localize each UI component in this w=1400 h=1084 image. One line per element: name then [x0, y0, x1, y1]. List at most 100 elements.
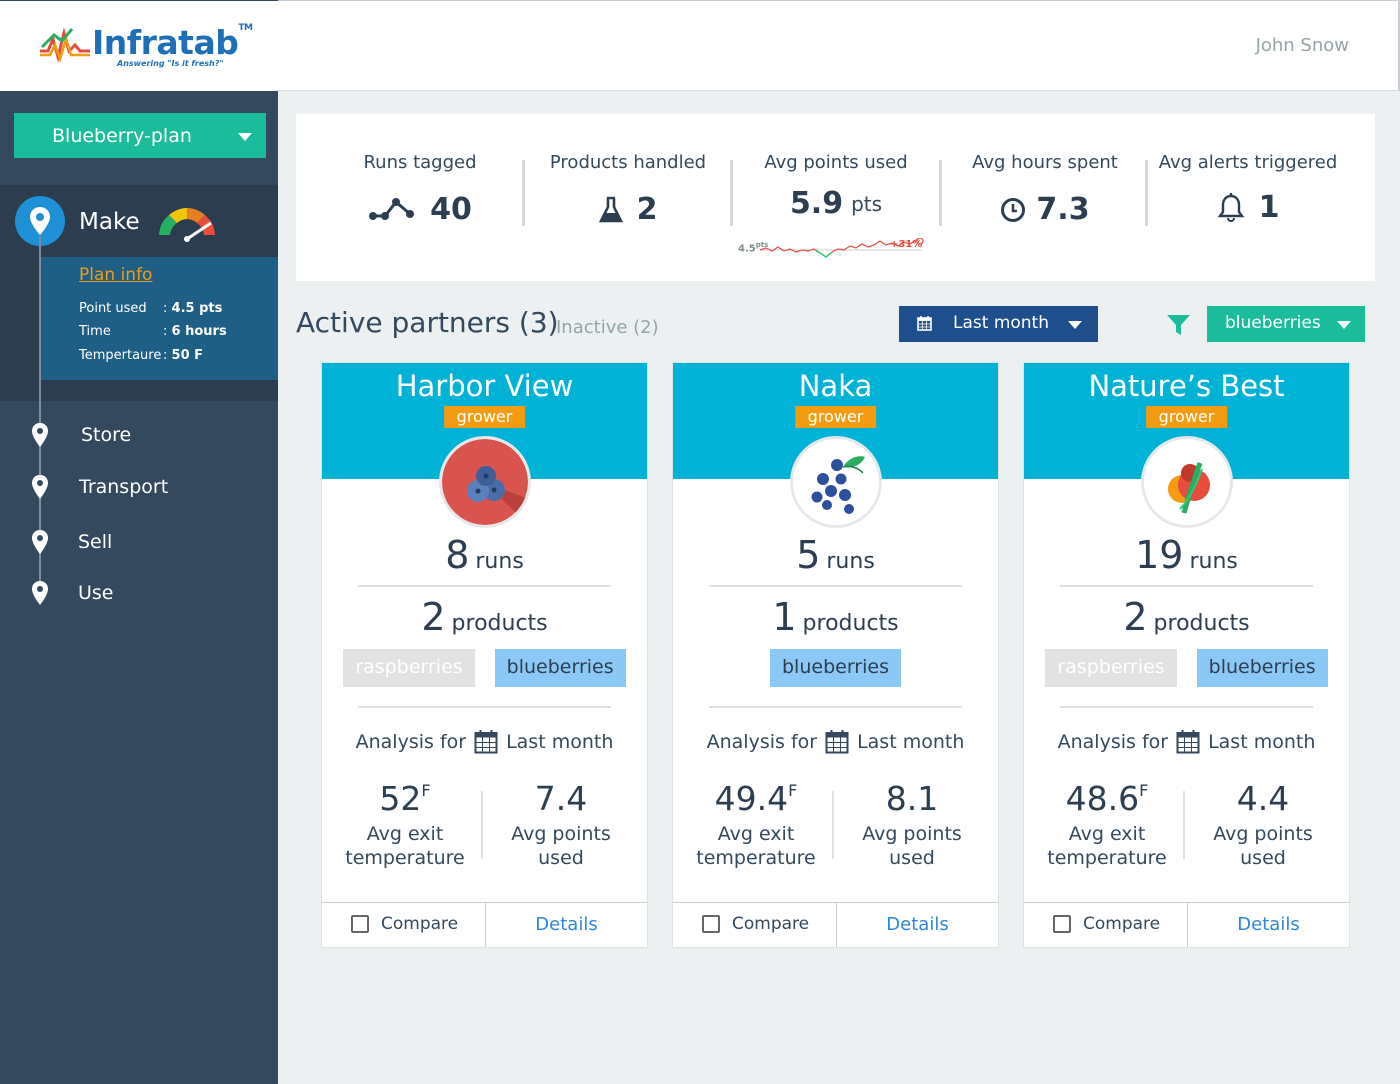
checkbox-icon[interactable] — [1053, 915, 1071, 933]
partner-name: Nature’s Best — [1088, 369, 1285, 403]
partner-card: Nature’s Best grower 19 runs 2 products raspbe… — [1023, 362, 1350, 948]
partner-products: 2 products — [322, 595, 647, 639]
analysis-prefix: Analysis for — [1057, 730, 1169, 753]
product-tag[interactable]: blueberries — [494, 649, 626, 687]
stage-use[interactable]: Use — [0, 572, 278, 612]
plan-info-panel: Plan info Point used: 4.5 pts Time: 6 ho… — [40, 257, 278, 380]
products-count: 2 — [1123, 595, 1148, 639]
chevron-down-icon — [1068, 321, 1082, 329]
details-link[interactable]: Details — [837, 914, 998, 935]
time-range-select[interactable]: Last month — [899, 306, 1098, 342]
product-tag[interactable]: blueberries — [770, 649, 901, 687]
compare-label: Compare — [732, 914, 810, 934]
plan-info-row: Point used: 4.5 pts — [79, 301, 223, 316]
stat-value-row: 5.9 pts — [750, 186, 922, 221]
metric-label: Avg exit temperature — [345, 823, 465, 869]
partner-products: 1 products — [673, 595, 998, 639]
stat-avg-alerts: Avg alerts triggered 1 — [1158, 114, 1338, 281]
metric-label: Avg points used — [862, 823, 962, 869]
details-link[interactable]: Details — [486, 914, 647, 935]
flask-icon — [598, 196, 623, 222]
plan-info-link[interactable]: Plan info — [79, 265, 152, 285]
metric-label: Avg exit temperature — [1047, 823, 1167, 869]
plan-select[interactable]: Blueberry-plan — [14, 113, 266, 158]
bell-icon — [1217, 192, 1244, 222]
stat-value-row: 2 — [542, 192, 714, 227]
stage-transport-label: Transport — [79, 476, 169, 498]
compare-label: Compare — [381, 914, 459, 934]
calendar-icon — [825, 730, 849, 754]
stage-make-header[interactable]: Make — [0, 185, 278, 257]
product-tag[interactable]: blueberries — [1196, 649, 1328, 687]
partner-metrics: 49.4F Avg exit temperature 8.1 Avg points use… — [673, 779, 998, 879]
stage-store[interactable]: Store — [0, 414, 278, 454]
compare-checkbox[interactable]: Compare — [322, 903, 486, 947]
stat-title: Runs tagged — [363, 152, 477, 173]
avg-points-used: 7.4 Avg points used — [481, 779, 641, 870]
card-divider — [1060, 585, 1313, 587]
partner-name: Naka — [798, 369, 873, 403]
partner-card-footer: Compare Details — [673, 902, 998, 947]
product-tags: raspberries blueberries — [1024, 649, 1349, 687]
partner-role-badge: grower — [794, 406, 877, 428]
stage-sell-label: Sell — [78, 531, 113, 553]
stage-use-label: Use — [78, 582, 114, 604]
stat-value-row: 40 — [334, 192, 506, 227]
analysis-prefix: Analysis for — [706, 730, 818, 753]
fruit-filter-select[interactable]: blueberries — [1207, 306, 1365, 342]
logo-icon — [40, 27, 90, 63]
partner-role-badge: grower — [443, 406, 526, 428]
partner-avatar — [1140, 436, 1233, 528]
partner-products: 2 products — [1024, 595, 1349, 639]
compare-checkbox[interactable]: Compare — [1024, 903, 1188, 947]
stat-unit: pts — [851, 191, 883, 216]
metric-value: 52F — [379, 779, 431, 818]
metric-label: Avg points used — [1213, 823, 1313, 869]
runs-count: 8 — [445, 533, 470, 577]
stat-title: Avg alerts triggered — [1158, 152, 1338, 173]
partner-metrics: 52F Avg exit temperature 7.4 Avg points used — [322, 779, 647, 879]
compare-checkbox[interactable]: Compare — [673, 903, 837, 947]
stat-value: 5.9 — [789, 186, 844, 221]
stage-transport[interactable]: Transport — [0, 466, 278, 506]
user-name[interactable]: John Snow — [1256, 35, 1349, 56]
inactive-partners-link[interactable]: Inactive (2) — [556, 317, 659, 338]
runs-word: runs — [826, 549, 875, 574]
blueberry-avatar-icon — [792, 439, 879, 525]
stage-make-label: Make — [79, 209, 140, 235]
product-tag[interactable]: raspberries — [343, 649, 475, 687]
partner-runs: 19 runs — [1024, 533, 1349, 577]
brand-name: InfratabTM — [92, 23, 253, 62]
spark-change: +31% — [890, 239, 923, 250]
product-tag[interactable]: raspberries — [1045, 649, 1177, 687]
stat-value-row: 7.3 — [959, 192, 1131, 227]
chevron-down-icon — [1337, 321, 1351, 329]
analysis-period-label: Last month — [1208, 730, 1316, 753]
location-pin-icon — [32, 530, 48, 554]
checkbox-icon[interactable] — [702, 915, 720, 933]
filter-icon[interactable] — [1166, 313, 1191, 337]
checkbox-icon[interactable] — [351, 915, 369, 933]
details-link[interactable]: Details — [1188, 914, 1349, 935]
stat-value-row: 1 — [1158, 190, 1338, 225]
stat-title: Avg points used — [764, 152, 908, 173]
stats-panel: Runs tagged 40 Products handled 2 Avg po… — [296, 114, 1375, 281]
analysis-period: Analysis for Last month — [1024, 729, 1349, 754]
stat-divider — [522, 160, 525, 226]
stat-divider — [1145, 160, 1148, 226]
nodes-icon — [369, 197, 415, 220]
card-divider — [709, 585, 962, 587]
calendar-icon — [474, 730, 498, 754]
stage-sell[interactable]: Sell — [0, 521, 278, 561]
runs-word: runs — [1189, 549, 1238, 574]
analysis-prefix: Analysis for — [355, 730, 467, 753]
avg-points-used: 4.4 Avg points used — [1183, 779, 1343, 870]
partner-metrics: 48.6F Avg exit temperature 4.4 Avg points use… — [1024, 779, 1349, 879]
stat-avg-hours: Avg hours spent 7.3 — [959, 114, 1131, 281]
avg-exit-temperature: 48.6F Avg exit temperature — [1027, 779, 1187, 870]
partner-name: Harbor View — [395, 369, 574, 403]
metric-value: 7.4 — [534, 779, 588, 818]
fruit-filter-label: blueberries — [1225, 313, 1321, 333]
product-tags: blueberries — [673, 649, 998, 687]
location-pin-icon — [32, 581, 48, 605]
